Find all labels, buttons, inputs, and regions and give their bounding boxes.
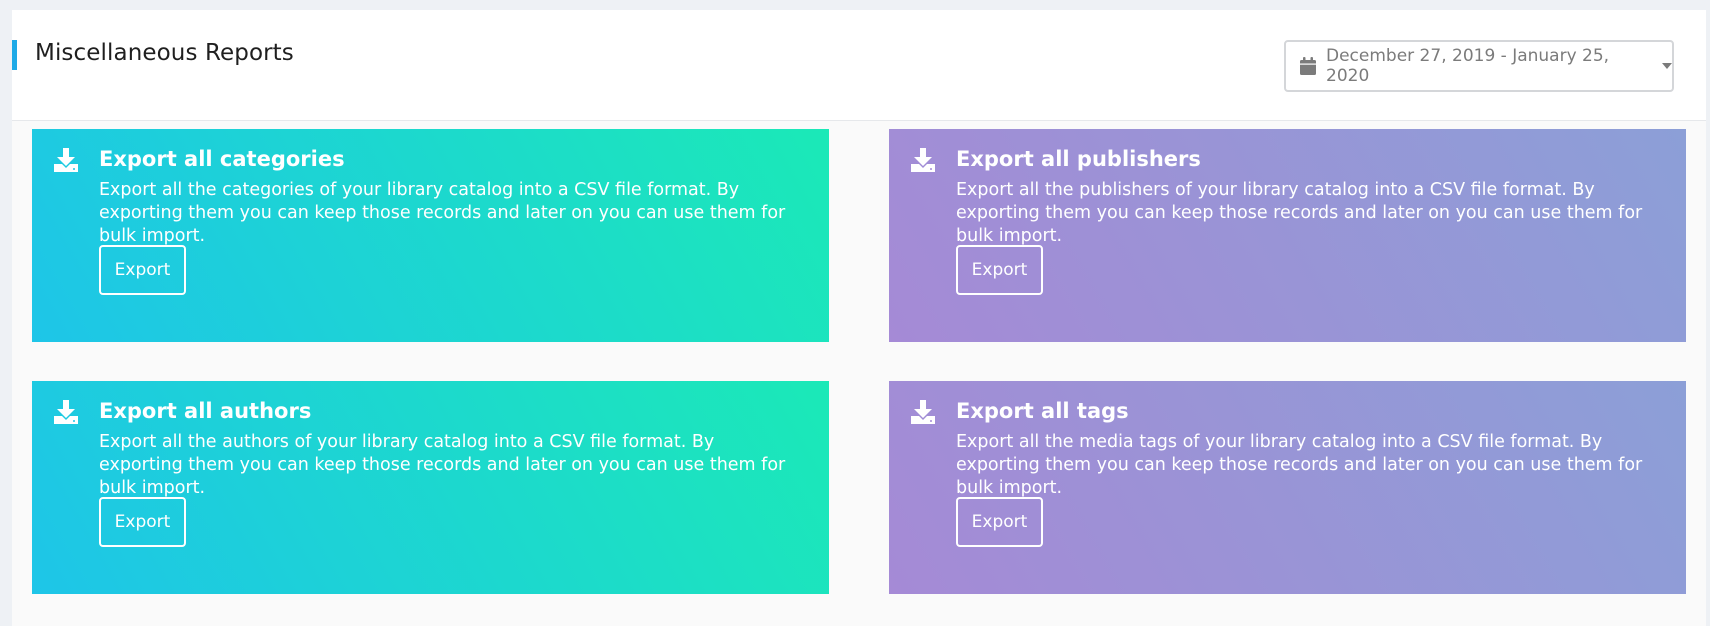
card-description: Export all the media tags of your librar…: [956, 432, 1643, 498]
reports-panel: Miscellaneous Reports December 27, 2019 …: [12, 10, 1706, 626]
export-tags-card: Export all tags Export all the media tag…: [889, 381, 1686, 594]
export-authors-button[interactable]: Export: [99, 497, 186, 547]
panel-header: Miscellaneous Reports December 27, 2019 …: [12, 10, 1706, 121]
download-icon: [53, 399, 79, 425]
export-categories-card: Export all categories Export all the cat…: [32, 129, 829, 342]
card-description: Export all the authors of your library c…: [99, 432, 786, 498]
caret-down-icon: [1662, 63, 1672, 69]
download-icon: [53, 147, 79, 173]
calendar-icon: [1300, 57, 1316, 75]
card-description: Export all the publishers of your librar…: [956, 180, 1643, 246]
export-authors-card: Export all authors Export all the author…: [32, 381, 829, 594]
card-title: Export all authors: [99, 399, 312, 423]
download-icon: [910, 399, 936, 425]
date-range-picker[interactable]: December 27, 2019 - January 25, 2020: [1284, 40, 1674, 92]
page-title: Miscellaneous Reports: [35, 40, 294, 66]
card-title: Export all publishers: [956, 147, 1201, 171]
card-title: Export all categories: [99, 147, 345, 171]
title-accent-bar: [12, 40, 17, 70]
export-categories-button[interactable]: Export: [99, 245, 186, 295]
date-range-text: December 27, 2019 - January 25, 2020: [1326, 46, 1610, 86]
export-publishers-card: Export all publishers Export all the pub…: [889, 129, 1686, 342]
card-title: Export all tags: [956, 399, 1129, 423]
export-publishers-button[interactable]: Export: [956, 245, 1043, 295]
export-tags-button[interactable]: Export: [956, 497, 1043, 547]
card-description: Export all the categories of your librar…: [99, 180, 786, 246]
download-icon: [910, 147, 936, 173]
